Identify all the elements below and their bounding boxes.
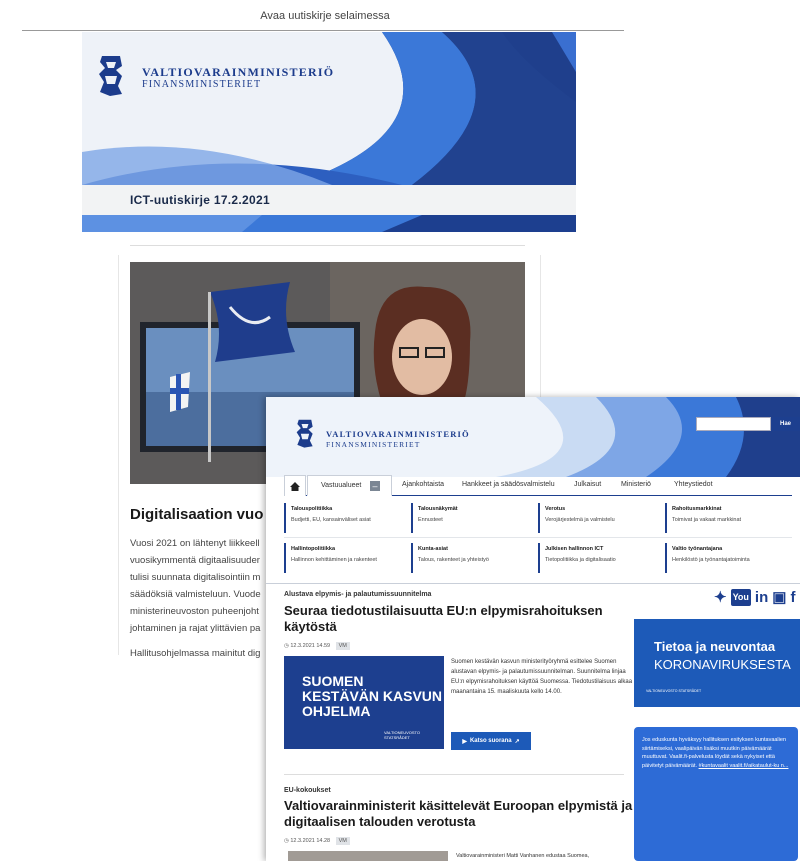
mega-menu: Talouspolitiikka Budjetti, EU, kansainvä… — [284, 501, 792, 577]
menu-julkisen-hallinnon-ict[interactable]: Julkisen hallinnon ICT Tietopolitiikka j… — [538, 543, 648, 573]
kestavan-kasvun-promo[interactable]: SUOMEN KESTÄVÄN KASVUN OHJELMA VALTIONEU… — [284, 656, 444, 749]
linkedin-icon[interactable]: in — [755, 590, 768, 605]
youtube-icon[interactable]: You — [730, 588, 751, 606]
website-logo-main[interactable]: VALTIOVARAINMINISTERIÖ — [326, 429, 470, 439]
issue-title: ICT-uutiskirje 17.2.2021 — [130, 193, 270, 207]
main-navigation: Vastuualueet – Ajankohtaista Hankkeet ja… — [284, 475, 792, 496]
site-search-button[interactable]: Hae — [771, 417, 800, 431]
news1-title[interactable]: Seuraa tiedotustilaisuutta EU:n elpymisr… — [284, 603, 603, 635]
external-link-icon: ↗ — [514, 738, 520, 745]
ministry-website-screenshot: VALTIOVARAINMINISTERIÖ FINANSMINISTERIET… — [266, 397, 800, 861]
top-divider — [22, 30, 624, 31]
newsletter-header-banner: VALTIOVARAINMINISTERIÖ FINANSMINISTERIET — [82, 32, 576, 185]
social-links: ✦ You in ▣ f — [714, 587, 800, 607]
tab-ajankohtaista[interactable]: Ajankohtaista — [402, 481, 444, 488]
news2-date: 12.3.2021 14.28 — [290, 838, 331, 844]
news1-date: 12.3.2021 14.59 — [290, 643, 331, 649]
website-logo-sub: FINANSMINISTERIET — [326, 440, 421, 449]
facebook-icon[interactable]: f — [790, 590, 795, 605]
tweet-card: Jos eduskunta hyväksyy hallituksen esity… — [634, 727, 798, 861]
article-heading: Digitalisaation vuo — [130, 506, 264, 523]
promo-brand: VALTIONEUVOSTO STATSRÅDET — [384, 730, 421, 740]
screenshot-stage: Avaa uutiskirje selaimessa VALTIOVARAINM… — [0, 0, 800, 861]
tab-yhteystiedot[interactable]: Yhteystiedot — [674, 481, 713, 488]
collapse-icon[interactable]: – — [370, 481, 380, 491]
website-lion-crest-icon — [296, 419, 313, 448]
open-in-browser-link[interactable]: Avaa uutiskirje selaimessa — [0, 10, 650, 22]
clock-icon: ◷ — [284, 838, 289, 844]
play-icon: ▶ — [462, 738, 467, 745]
clock-icon: ◷ — [284, 643, 289, 649]
tab-ministerio[interactable]: Ministeriö — [621, 481, 651, 488]
article-border-left — [118, 255, 119, 655]
banner-graphic — [82, 32, 576, 185]
menu-valtio-tyonantajana[interactable]: Valtio työnantajana Henkilöstö ja työnan… — [665, 543, 775, 573]
mega-menu-divider — [284, 537, 792, 538]
tab-julkaisut[interactable]: Julkaisut — [574, 481, 601, 488]
menu-hallintopolitiikka[interactable]: Hallintopolitiikka Hallinnon kehittämine… — [284, 543, 394, 573]
tweet-links[interactable]: #kuntavaalit vaalit.fi/aikataulut-ku n..… — [699, 763, 789, 769]
corona-brand: VALTIONEUVOSTO STATSRÅDET — [646, 689, 702, 693]
banner-bottom-band — [82, 215, 576, 232]
watch-live-button[interactable]: ▶ Katso suorana ↗ — [451, 732, 531, 750]
news-separator — [284, 774, 624, 775]
home-icon — [290, 481, 300, 491]
menu-kunta-asiat[interactable]: Kunta-asiat Talous, rakenteet ja yhteist… — [411, 543, 521, 573]
news2-thumbnail[interactable] — [288, 851, 448, 861]
instagram-icon[interactable]: ▣ — [772, 590, 786, 605]
menu-talouspolitiikka[interactable]: Talouspolitiikka Budjetti, EU, kansainvä… — [284, 503, 394, 533]
news1-category[interactable]: Alustava elpymis- ja palautumissuunnitel… — [284, 591, 431, 598]
newsletter-logo-sub: FINANSMINISTERIET — [142, 79, 262, 90]
coronavirus-info-banner[interactable]: Tietoa ja neuvontaa KORONAVIRUKSESTA VAL… — [634, 619, 800, 707]
news1-meta: ◷ 12.3.2021 14.59 VM — [284, 642, 350, 650]
home-tab[interactable] — [284, 475, 306, 496]
news2-tag[interactable]: VM — [335, 837, 350, 845]
mega-menu-bottom-border — [266, 583, 800, 584]
twitter-icon[interactable]: ✦ — [714, 590, 727, 605]
promo-title: SUOMEN KESTÄVÄN KASVUN OHJELMA — [302, 673, 443, 719]
article-separator — [130, 245, 525, 246]
news2-title[interactable]: Valtiovarainministerit käsittelevät Euro… — [284, 798, 632, 830]
news1-body: Suomen kestävän kasvun ministerityöryhmä… — [451, 659, 633, 695]
website-header: VALTIOVARAINMINISTERIÖ FINANSMINISTERIET… — [266, 397, 800, 477]
article-border-right — [540, 255, 541, 405]
news2-category[interactable]: EU-kokoukset — [284, 787, 331, 794]
site-search-input[interactable] — [696, 417, 771, 431]
lion-crest-icon — [99, 56, 122, 96]
news1-tag[interactable]: VM — [335, 642, 350, 650]
tab-hankkeet[interactable]: Hankkeet ja säädösvalmistelu — [462, 481, 555, 488]
newsletter-logo-main: VALTIOVARAINMINISTERIÖ — [142, 65, 335, 79]
news2-body: Valtiovarainministeri Matti Vanhanen edu… — [456, 853, 590, 859]
news2-meta: ◷ 12.3.2021 14.28 VM — [284, 837, 350, 845]
menu-rahoitusmarkkinat[interactable]: Rahoitusmarkkinat Toimivat ja vakaat mar… — [665, 503, 775, 533]
issue-title-bar: ICT-uutiskirje 17.2.2021 — [82, 185, 576, 215]
tab-vastuualueet[interactable]: Vastuualueet – — [307, 475, 392, 496]
menu-talousnakymat[interactable]: Talousnäkymät Ennusteet — [411, 503, 521, 533]
menu-verotus[interactable]: Verotus Verojärjestelmä ja valmistelu — [538, 503, 648, 533]
